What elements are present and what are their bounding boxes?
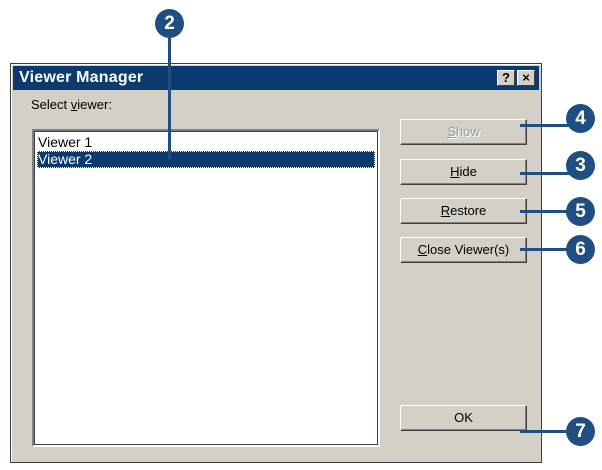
list-item-viewer-2[interactable]: Viewer 2 <box>37 151 375 168</box>
callout-7: 7 <box>566 417 595 446</box>
help-button[interactable]: ? <box>497 70 515 86</box>
callout-4: 4 <box>566 104 595 133</box>
close-icon: × <box>522 70 530 85</box>
select-viewer-label: Select viewer: <box>31 97 112 112</box>
list-item-viewer-1[interactable]: Viewer 1 <box>37 134 375 151</box>
callout-2: 2 <box>155 9 184 38</box>
close-window-button[interactable]: × <box>517 70 535 86</box>
title-bar: Viewer Manager ? × <box>13 66 539 90</box>
viewer-listbox[interactable]: Viewer 1 Viewer 2 <box>32 129 380 447</box>
ok-button[interactable]: OK <box>400 405 527 431</box>
callout-3-leader <box>520 172 575 175</box>
callout-3: 3 <box>566 151 595 180</box>
callout-6: 6 <box>566 235 595 264</box>
viewer-manager-dialog: Viewer Manager ? × Select viewer: Viewer… <box>10 63 542 463</box>
hide-button[interactable]: Hide <box>400 159 527 185</box>
callout-5: 5 <box>566 197 595 226</box>
dialog-title: Viewer Manager <box>19 69 144 86</box>
restore-button[interactable]: Restore <box>400 198 527 224</box>
close-viewers-button[interactable]: Close Viewer(s) <box>400 237 527 263</box>
callout-2-leader <box>168 38 171 159</box>
show-button[interactable]: Show <box>400 119 527 145</box>
